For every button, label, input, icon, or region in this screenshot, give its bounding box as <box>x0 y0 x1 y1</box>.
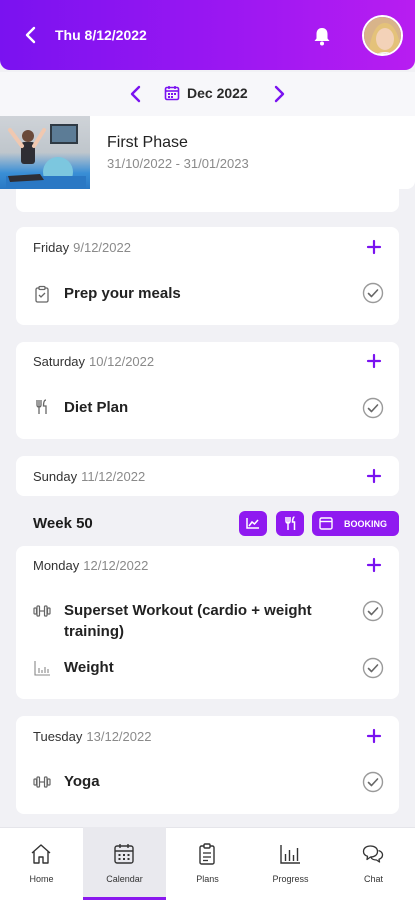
nav-calendar[interactable]: Calendar <box>83 827 166 900</box>
add-icon[interactable] <box>366 728 382 744</box>
fork-knife-icon <box>285 516 296 530</box>
check-circle-icon[interactable] <box>362 397 384 419</box>
nav-home[interactable]: Home <box>0 827 83 900</box>
avatar[interactable] <box>362 15 403 56</box>
check-circle-icon[interactable] <box>362 771 384 793</box>
chart-icon <box>246 518 259 529</box>
booking-label: BOOKING <box>344 519 388 529</box>
task-label[interactable]: Superset Workout (cardio + weight traini… <box>64 600 349 642</box>
task-label[interactable]: Diet Plan <box>64 397 349 418</box>
nav-label: Chat <box>363 874 383 884</box>
check-circle-icon[interactable] <box>362 282 384 304</box>
month-label[interactable]: Dec 2022 <box>187 85 248 101</box>
day-label: Sunday 11/12/2022 <box>33 469 146 484</box>
day-label: Tuesday 13/12/2022 <box>33 729 152 744</box>
phase-title: First Phase <box>107 134 188 151</box>
chevron-left-icon[interactable] <box>128 84 144 104</box>
nav-label: Progress <box>272 874 309 884</box>
task-label[interactable]: Weight <box>64 657 349 678</box>
dumbbell-icon <box>33 605 51 617</box>
home-icon <box>31 844 51 864</box>
back-icon[interactable] <box>20 23 42 47</box>
nav-label: Calendar <box>106 874 143 884</box>
chevron-right-icon[interactable] <box>271 84 287 104</box>
nav-plans[interactable]: Plans <box>166 827 249 900</box>
clipboard-icon <box>35 285 49 303</box>
nav-progress[interactable]: Progress <box>249 827 332 900</box>
add-icon[interactable] <box>366 353 382 369</box>
day-label: Friday 9/12/2022 <box>33 240 131 255</box>
calendar-icon <box>114 844 134 864</box>
header-date: Thu 8/12/2022 <box>55 27 147 43</box>
meal-plan-button[interactable] <box>276 511 304 536</box>
chat-icon <box>362 845 384 863</box>
dumbbell-icon <box>33 776 51 788</box>
check-circle-icon[interactable] <box>362 600 384 622</box>
bar-chart-icon <box>34 661 50 676</box>
add-icon[interactable] <box>366 557 382 573</box>
nav-chat[interactable]: Chat <box>332 827 415 900</box>
day-label: Saturday 10/12/2022 <box>33 354 155 369</box>
progress-chart-button[interactable] <box>239 511 267 536</box>
fork-knife-icon <box>36 399 47 414</box>
bell-icon[interactable] <box>311 24 333 48</box>
nav-label: Plans <box>196 874 219 884</box>
bar-chart-icon <box>280 845 300 864</box>
week-label: Week 50 <box>33 515 93 532</box>
add-icon[interactable] <box>366 239 382 255</box>
phase-dates: 31/10/2022 - 31/01/2023 <box>107 156 249 171</box>
day-label: Monday 12/12/2022 <box>33 558 149 573</box>
check-circle-icon[interactable] <box>362 657 384 679</box>
calendar-icon <box>164 86 180 101</box>
nav-label: Home <box>29 874 54 884</box>
calendar-icon <box>319 517 333 530</box>
clipboard-icon <box>199 843 215 865</box>
add-icon[interactable] <box>366 468 382 484</box>
phase-image <box>0 116 90 189</box>
task-label[interactable]: Yoga <box>64 771 349 792</box>
task-label[interactable]: Prep your meals <box>64 283 349 304</box>
